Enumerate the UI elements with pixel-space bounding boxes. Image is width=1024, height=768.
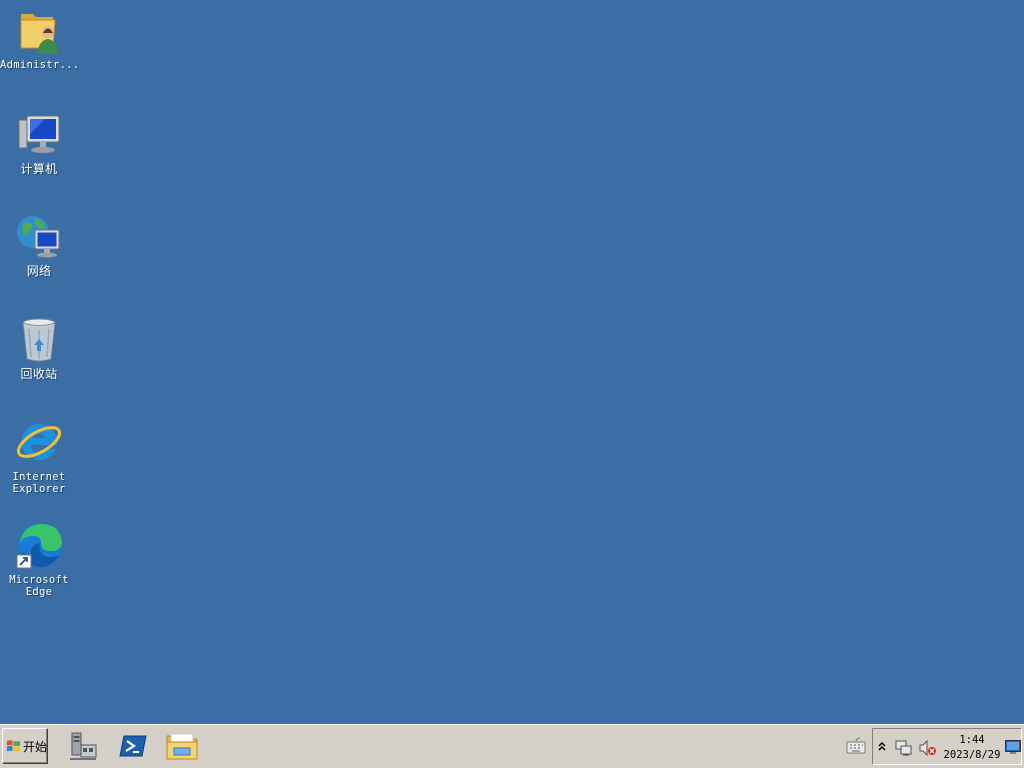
taskbar-server-manager[interactable]: [66, 729, 100, 763]
desktop-icon-recycle-bin[interactable]: 回收站: [0, 315, 78, 380]
desktop-icon-label: 回收站: [20, 367, 58, 381]
desktop-icon-computer[interactable]: 计算机: [0, 110, 78, 175]
file-explorer-icon: [166, 733, 198, 760]
network-icon: [17, 216, 60, 258]
windows-logo-icon: [6, 739, 21, 752]
clock[interactable]: 1:44 2023/8/29: [941, 733, 1003, 763]
desktop-icon-label: 网络: [26, 264, 52, 278]
desktop[interactable]: Administr... 计算机 网络 回收站 Internet Explore…: [0, 0, 1024, 724]
internet-explorer-icon: [16, 423, 62, 460]
clock-date: 2023/8/29: [943, 749, 1001, 761]
desktop-icon-label: Administr...: [0, 59, 80, 71]
taskbar-file-explorer[interactable]: [165, 729, 199, 763]
desktop-icon-label: 计算机: [20, 162, 58, 176]
powershell-icon: [119, 735, 147, 757]
desktop-icon-network[interactable]: 网络: [0, 212, 78, 277]
start-label: 开始: [23, 739, 48, 754]
recycle-bin-icon: [22, 318, 56, 362]
microsoft-edge-icon: [16, 523, 62, 569]
network-status-icon[interactable]: [895, 740, 913, 756]
desktop-icon-microsoft-edge[interactable]: Microsoft Edge: [0, 521, 78, 598]
server-manager-icon: [70, 732, 97, 760]
volume-muted-icon[interactable]: [919, 740, 937, 756]
desktop-icon-internet-explorer[interactable]: Internet Explorer: [0, 418, 78, 495]
keyboard-icon[interactable]: [846, 737, 866, 755]
computer-icon: [18, 115, 60, 153]
clock-time: 1:44: [959, 734, 985, 746]
start-button[interactable]: 开始: [2, 728, 48, 764]
show-desktop-icon[interactable]: [1005, 740, 1021, 754]
taskbar-powershell[interactable]: [116, 729, 150, 763]
chevron-up-icon[interactable]: [877, 741, 887, 753]
user-folder-icon: [20, 14, 59, 54]
desktop-icon-label: Microsoft Edge: [9, 574, 69, 598]
desktop-icon-label: Internet Explorer: [12, 471, 66, 495]
desktop-icon-administrator[interactable]: Administr...: [0, 6, 80, 71]
notification-area: 1:44 2023/8/29: [872, 728, 1022, 765]
taskbar: 开始 1:44 2023/8/29: [0, 724, 1024, 768]
